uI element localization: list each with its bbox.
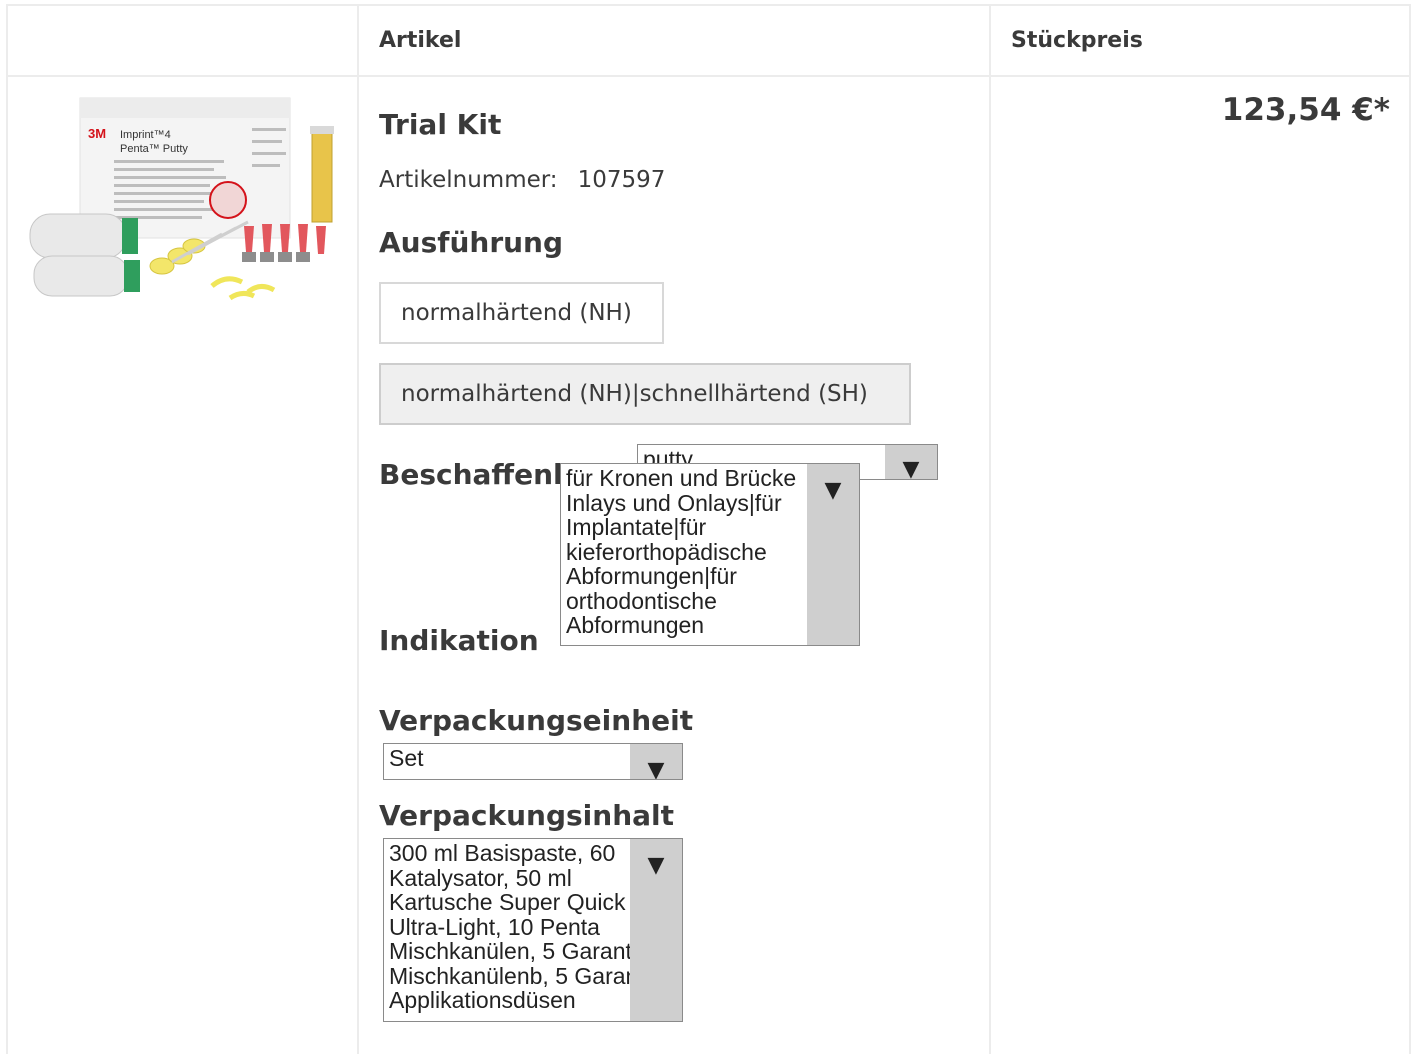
product-title: Trial Kit	[379, 108, 502, 141]
header-divider	[6, 75, 1411, 77]
column-divider	[989, 4, 991, 1054]
unit-price: 123,54 €*	[1221, 92, 1390, 128]
column-divider	[357, 4, 359, 1054]
svg-text:Imprint™4: Imprint™4	[120, 129, 171, 141]
indikation-value: für Kronen und Brücke Inlays und Onlays|…	[566, 465, 797, 638]
chevron-down-icon: ▼	[647, 853, 665, 878]
chevron-down-icon: ▼	[824, 478, 842, 503]
verpackungseinheit-value: Set	[389, 745, 424, 771]
article-number-label: Artikelnummer:	[379, 167, 558, 193]
column-header-unit-price: Stückpreis	[1011, 28, 1143, 53]
ausfuehrung-option-nh-sh[interactable]: normalhärtend (NH)|schnellhärtend (SH)	[379, 363, 911, 425]
indikation-dropdown-button[interactable]: ▼	[807, 464, 859, 645]
article-number: Artikelnummer: 107597	[379, 167, 665, 193]
indikation-label: Indikation	[379, 624, 539, 657]
ausfuehrung-option-nh[interactable]: normalhärtend (NH)	[379, 282, 664, 344]
product-image[interactable]: 3M Imprint™4 Penta™ Putty	[22, 96, 342, 306]
svg-text:3M: 3M	[88, 126, 106, 141]
verpackungsinhalt-value: 300 ml Basispaste, 60 Katalysator, 50 ml…	[389, 840, 645, 1013]
column-header-article: Artikel	[379, 28, 462, 53]
verpackungseinheit-dropdown-button[interactable]: ▼	[630, 744, 682, 779]
beschaffenheit-dropdown-button[interactable]: ▼	[885, 445, 937, 479]
verpackungsinhalt-select[interactable]: 300 ml Basispaste, 60 Katalysator, 50 ml…	[383, 838, 683, 1022]
indikation-select[interactable]: für Kronen und Brücke Inlays und Onlays|…	[560, 463, 860, 646]
chevron-down-icon: ▼	[902, 457, 920, 480]
verpackungsinhalt-dropdown-button[interactable]: ▼	[630, 839, 682, 1021]
svg-text:Penta™ Putty: Penta™ Putty	[120, 143, 188, 155]
verpackungsinhalt-label: Verpackungsinhalt	[379, 799, 675, 832]
verpackungseinheit-select[interactable]: Set ▼	[383, 743, 683, 780]
ausfuehrung-label: Ausführung	[379, 226, 564, 259]
chevron-down-icon: ▼	[647, 758, 665, 780]
verpackungseinheit-label: Verpackungseinheit	[379, 704, 694, 737]
article-number-value: 107597	[577, 167, 666, 193]
